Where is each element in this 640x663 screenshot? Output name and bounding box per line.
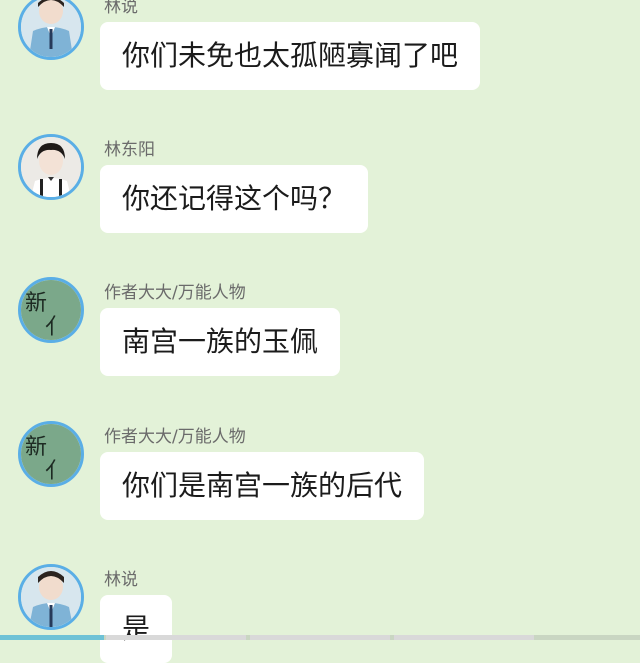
avatar-char: 新 [25, 291, 47, 316]
avatar[interactable]: 新 ⺅ [18, 421, 84, 487]
avatar[interactable]: 新 ⺅ [18, 277, 84, 343]
progress-segment [250, 635, 390, 640]
sender-name: 林东阳 [104, 140, 155, 160]
boy-uniform-avatar-icon [21, 0, 81, 57]
calligraphy-avatar-icon: 新 ⺅ [21, 280, 81, 340]
sender-name: 作者大大/万能人物 [104, 427, 246, 447]
message-bubble[interactable]: 你还记得这个吗？ [100, 165, 369, 233]
sender-name: 作者大大/万能人物 [104, 283, 246, 303]
sender-name: 林说 [104, 570, 138, 590]
progress-segment [394, 635, 534, 640]
message-bubble[interactable]: 是 [100, 595, 173, 663]
message-bubble[interactable]: 你们是南宫一族的后代 [100, 452, 425, 520]
message-bubble[interactable]: 你们未免也太孤陋寡闻了吧 [100, 22, 481, 90]
boy-suspenders-avatar-icon [21, 137, 81, 197]
progress-accent-segment [0, 635, 104, 640]
avatar[interactable] [18, 564, 84, 630]
avatar-char: 新 [25, 435, 47, 460]
message-bubble[interactable]: 南宫一族的玉佩 [100, 308, 341, 376]
svg-text:⺅: ⺅ [45, 459, 67, 484]
calligraphy-avatar-icon: 新 ⺅ [21, 424, 81, 484]
progress-segment [106, 635, 246, 640]
svg-text:⺅: ⺅ [45, 315, 67, 340]
avatar[interactable] [18, 0, 84, 60]
boy-uniform-avatar-icon [21, 567, 81, 627]
avatar[interactable] [18, 134, 84, 200]
sender-name: 林说 [104, 0, 138, 17]
bottom-progress-bar [0, 635, 640, 640]
